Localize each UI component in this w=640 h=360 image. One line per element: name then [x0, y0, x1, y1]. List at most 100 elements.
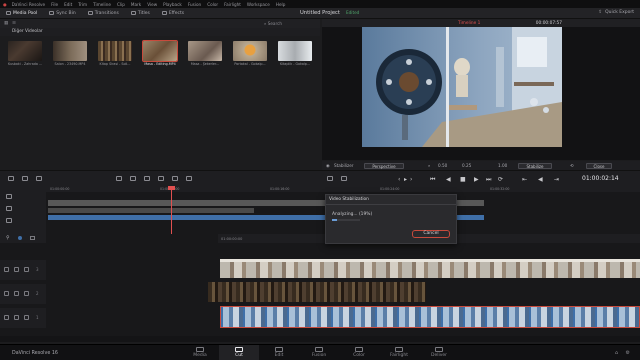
grid-view-icon[interactable]: ▦ — [4, 21, 8, 26]
first-frame-icon[interactable]: ⇤ — [522, 176, 527, 183]
skip-forward-icon[interactable]: ⏭ — [486, 176, 491, 184]
next-clip-icon[interactable]: ⇥ — [554, 176, 559, 183]
upper-playhead[interactable] — [171, 186, 172, 234]
page-deliver[interactable]: Deliver — [419, 345, 459, 360]
transitions-button[interactable]: Transitions — [82, 11, 125, 16]
tool-icon[interactable] — [186, 176, 192, 181]
media-clip[interactable]: Masa - Şekerler... — [188, 41, 222, 67]
page-edit[interactable]: Edit — [259, 345, 299, 360]
play-mini-icon[interactable]: ▸ — [404, 176, 407, 183]
titles-button[interactable]: Titles — [125, 11, 156, 16]
media-clip[interactable]: Salon - 23490.MP4 — [53, 41, 87, 67]
lower-timeline[interactable]: ⚲ 01:00:00:00 3 2 1 — [0, 234, 640, 342]
search-button[interactable]: ⌕ Search — [264, 21, 282, 26]
reset-icon[interactable]: ⟲ — [570, 163, 574, 168]
bin-name: Diğer Videolar — [12, 29, 43, 34]
menu-edit[interactable]: Edit — [61, 2, 75, 7]
rewind-icon[interactable]: ◀ — [446, 176, 451, 183]
blue-dot-icon[interactable] — [18, 236, 22, 240]
track-view-icon[interactable] — [24, 315, 29, 320]
timeline-name[interactable]: Timeline 1 — [458, 21, 480, 26]
tool-icon[interactable] — [130, 176, 136, 181]
track-view-icon[interactable] — [24, 267, 29, 272]
next-frame-icon[interactable]: › — [410, 176, 412, 183]
menu-clip[interactable]: Clip — [114, 2, 128, 7]
snap-tool-icon[interactable] — [6, 218, 12, 223]
loop-icon[interactable]: ⟳ — [498, 176, 503, 183]
media-clip[interactable]: Portakal - Gokalp... — [233, 41, 267, 67]
strength-value[interactable]: 0.25 — [462, 163, 471, 168]
eye-icon[interactable] — [14, 315, 19, 320]
viewer-panel[interactable] — [322, 27, 640, 160]
menu-help[interactable]: Help — [273, 2, 289, 7]
track-view-icon[interactable] — [24, 291, 29, 296]
effects-button[interactable]: Effects — [156, 11, 190, 16]
page-color[interactable]: Color — [339, 345, 379, 360]
page-media[interactable]: Media — [180, 345, 220, 360]
page-fusion[interactable]: Fusion — [299, 345, 339, 360]
media-clip[interactable]: Kusbaki - Zahrada ... — [8, 41, 42, 67]
home-icon[interactable]: ⌂ — [615, 350, 618, 356]
menu-file[interactable]: File — [48, 2, 61, 7]
sync-bin-button[interactable]: Sync Bin — [43, 11, 81, 16]
zoom-value[interactable]: 1.00 — [498, 163, 507, 168]
upper-track-clip[interactable] — [48, 208, 254, 213]
menu-view[interactable]: View — [144, 2, 160, 7]
track-header-2: 2 — [0, 284, 46, 304]
tool-icon[interactable] — [172, 176, 178, 181]
scroll-tool-icon[interactable] — [6, 194, 12, 199]
list-view-icon[interactable]: ☰ — [12, 21, 16, 26]
track-options-icon[interactable] — [30, 236, 35, 240]
lock-icon[interactable] — [4, 315, 9, 320]
smooth-value[interactable]: 0.50 — [438, 163, 447, 168]
tool-icon[interactable] — [22, 176, 28, 181]
menu-resolve[interactable]: DaVinci Resolve — [9, 2, 48, 7]
upper-timeline[interactable]: 01:00:00:00 01:00:08:00 01:00:16:00 01:0… — [0, 186, 640, 234]
menu-fusion[interactable]: Fusion — [185, 2, 204, 7]
settings-icon[interactable]: ⚙ — [626, 350, 630, 356]
stabilize-button[interactable]: Stabilize — [518, 162, 552, 169]
tool-icon[interactable] — [8, 176, 14, 181]
menu-playback[interactable]: Playback — [160, 2, 185, 7]
menu-timeline[interactable]: Timeline — [90, 2, 114, 7]
menu-fairlight[interactable]: Fairlight — [221, 2, 244, 7]
page-cut[interactable]: Cut — [219, 345, 259, 360]
link-icon[interactable]: ⚲ — [6, 235, 10, 241]
tool-icon[interactable] — [116, 176, 122, 181]
menu-mark[interactable]: Mark — [128, 2, 144, 7]
skip-back-icon[interactable]: ⏮ — [430, 176, 435, 184]
tool-icon[interactable] — [144, 176, 150, 181]
prev-frame-icon[interactable]: ‹ — [398, 176, 400, 183]
play-icon[interactable]: ▶ — [474, 176, 479, 183]
lock-icon[interactable] — [4, 291, 9, 296]
previous-clip-icon[interactable]: ◀ — [538, 176, 543, 183]
cancel-button[interactable]: Cancel — [412, 230, 450, 238]
quick-export-button[interactable]: ⇪ Quick Export — [598, 10, 634, 15]
split-tool-icon[interactable] — [6, 206, 12, 211]
bin-breadcrumb[interactable]: Diğer Videolar — [0, 28, 320, 36]
eye-icon[interactable] — [14, 291, 19, 296]
tool-icon[interactable] — [341, 176, 347, 181]
stabilizer-mode-select[interactable]: Perspective — [364, 162, 404, 169]
upper-playhead-handle[interactable] — [168, 186, 175, 190]
media-clip[interactable]: Kitaplik - Gokalp... — [278, 41, 312, 67]
eye-icon[interactable] — [14, 267, 19, 272]
close-stabilizer-button[interactable]: Close — [586, 162, 612, 169]
tool-icon[interactable] — [36, 176, 42, 181]
media-clip-selected[interactable]: Masa - Editing.MP4 — [142, 40, 178, 67]
tool-icon[interactable] — [158, 176, 164, 181]
page-fairlight[interactable]: Fairlight — [379, 345, 419, 360]
lock-icon[interactable] — [4, 267, 9, 272]
tool-icon[interactable] — [327, 176, 333, 181]
media-pool-button[interactable]: Media Pool — [0, 11, 43, 16]
stop-icon[interactable]: ■ — [460, 176, 466, 183]
timeline-scrollbar[interactable] — [0, 336, 640, 342]
media-pool-header: ▦ ☰ ⌕ Search — [0, 19, 320, 28]
menu-trim[interactable]: Trim — [75, 2, 90, 7]
upper-ruler[interactable]: 01:00:00:00 01:00:08:00 01:00:16:00 01:0… — [46, 186, 640, 192]
zoom-icon[interactable]: ⌕ — [428, 163, 430, 168]
video-clip-track-1[interactable] — [220, 306, 640, 328]
menu-color[interactable]: Color — [204, 2, 221, 7]
media-clip[interactable]: Kitap Sirasi - Soli... — [98, 41, 132, 67]
menu-workspace[interactable]: Workspace — [244, 2, 273, 7]
